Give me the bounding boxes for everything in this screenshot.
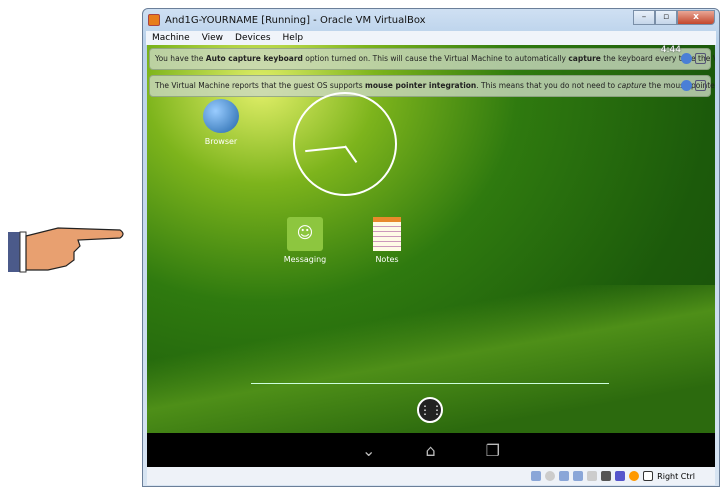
- analog-clock-widget[interactable]: [293, 92, 397, 196]
- vm-status-bar: Right Ctrl: [147, 467, 715, 485]
- recent-apps-icon[interactable]: ❐: [486, 441, 500, 460]
- notice-text: You have the: [155, 54, 206, 63]
- android-clock-time: 4:44: [660, 45, 681, 55]
- notice-text: The Virtual Machine reports that the gue…: [155, 81, 366, 90]
- keyboard-capture-notice: You have the Auto capture keyboard optio…: [149, 48, 715, 70]
- dont-show-again-icon[interactable]: [695, 80, 706, 91]
- close-notice-icon[interactable]: [681, 80, 692, 91]
- app-notes[interactable]: Notes: [357, 217, 417, 264]
- messaging-icon: ☺: [287, 217, 323, 251]
- close-notice-icon[interactable]: [681, 53, 692, 64]
- all-apps-button[interactable]: ⋮⋮: [417, 397, 443, 423]
- app-label: Browser: [204, 137, 238, 146]
- shared-folders-icon[interactable]: [587, 471, 598, 481]
- notice-bold: mouse pointer integration: [365, 81, 477, 90]
- vm-screen[interactable]: You have the Auto capture keyboard optio…: [147, 45, 715, 467]
- usb-icon[interactable]: [559, 471, 570, 481]
- network-icon[interactable]: [573, 471, 584, 481]
- close-button[interactable]: x: [677, 10, 715, 25]
- virtualization-icon[interactable]: [615, 471, 626, 481]
- app-browser[interactable]: Browser: [191, 99, 251, 146]
- notepad-icon: [373, 217, 401, 251]
- menu-help[interactable]: Help: [283, 33, 304, 43]
- notice-text: . This means that you do not need to: [476, 81, 618, 90]
- window-title: And1G-YOURNAME [Running] - Oracle VM Vir…: [165, 14, 426, 26]
- notice-italic: capture: [617, 81, 647, 90]
- virtualbox-window: And1G-YOURNAME [Running] - Oracle VM Vir…: [142, 8, 720, 487]
- dock-divider: [251, 383, 609, 384]
- clock-hand: [344, 145, 358, 163]
- menu-devices[interactable]: Devices: [235, 33, 270, 43]
- globe-icon: [203, 99, 239, 133]
- app-label: Notes: [375, 255, 399, 264]
- dont-show-again-icon[interactable]: [695, 53, 706, 64]
- clock-hand: [305, 146, 346, 153]
- app-label: Messaging: [283, 255, 327, 264]
- maximize-button[interactable]: ▫: [655, 10, 677, 25]
- video-capture-icon[interactable]: [601, 471, 612, 481]
- notice-bold: capture: [568, 54, 601, 63]
- mouse-integration-notice: The Virtual Machine reports that the gue…: [149, 75, 715, 97]
- title-bar: And1G-YOURNAME [Running] - Oracle VM Vir…: [143, 9, 719, 31]
- android-nav-bar: ⌄ ⌂ ❐: [147, 433, 715, 467]
- app-messaging[interactable]: ☺ Messaging: [275, 217, 335, 264]
- optical-drive-icon[interactable]: [545, 471, 556, 481]
- minimize-button[interactable]: –: [633, 10, 655, 25]
- menu-bar: Machine View Devices Help: [146, 31, 716, 45]
- menu-machine[interactable]: Machine: [152, 33, 190, 43]
- host-key-label: Right Ctrl: [657, 471, 695, 481]
- notice-bold: Auto capture keyboard: [205, 54, 303, 63]
- back-chevron-icon[interactable]: ⌄: [362, 441, 375, 460]
- hard-disk-icon[interactable]: [531, 471, 542, 481]
- mouse-integration-icon[interactable]: [629, 471, 640, 481]
- notice-text: option turned on. This will cause the Vi…: [302, 54, 569, 63]
- host-key-icon: [643, 471, 654, 481]
- menu-view[interactable]: View: [202, 33, 223, 43]
- virtualbox-icon: [148, 14, 160, 26]
- pointing-hand-icon: [8, 227, 124, 273]
- home-icon[interactable]: ⌂: [425, 441, 435, 460]
